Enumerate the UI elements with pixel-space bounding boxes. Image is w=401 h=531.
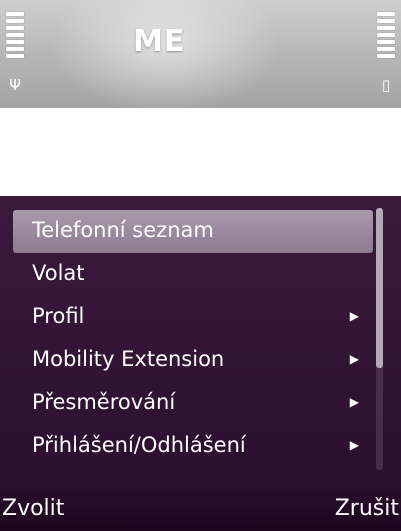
menu-item-telefonni-seznam[interactable]: Telefonní seznam <box>13 210 373 253</box>
menu-item-label: Přihlášení/Odhlášení <box>32 433 246 457</box>
menu-item-profil[interactable]: Profil ▶ <box>13 296 373 339</box>
menu-item-label: Přesměrování <box>32 390 176 414</box>
menu-list: Telefonní seznam Volat Profil ▶ Mobility… <box>13 210 373 468</box>
submenu-arrow-icon: ▶ <box>349 309 359 323</box>
scrollbar-thumb[interactable] <box>376 208 383 368</box>
signal-strength-indicator <box>6 12 24 61</box>
menu-item-label: Profil <box>32 304 85 328</box>
menu-item-label: Telefonní seznam <box>32 218 214 242</box>
app-title: ME <box>133 24 186 59</box>
menu-item-volat[interactable]: Volat <box>13 253 373 296</box>
options-menu: Telefonní seznam Volat Profil ▶ Mobility… <box>0 196 401 486</box>
select-softkey[interactable]: Zvolit <box>2 496 64 521</box>
menu-item-label: Volat <box>32 261 85 285</box>
submenu-arrow-icon: ▶ <box>349 395 359 409</box>
content-area <box>0 108 401 196</box>
menu-item-mobility-extension[interactable]: Mobility Extension ▶ <box>13 339 373 382</box>
menu-item-label: Mobility Extension <box>32 347 225 371</box>
softkey-bar: Zvolit Zrušit <box>0 486 401 531</box>
antenna-icon: Ψ <box>9 76 21 94</box>
menu-scrollbar[interactable] <box>376 208 383 470</box>
menu-item-presmerovani[interactable]: Přesměrování ▶ <box>13 382 373 425</box>
battery-icon: ▯ <box>381 76 391 94</box>
menu-item-prihlaseni-odhlaseni[interactable]: Přihlášení/Odhlášení ▶ <box>13 425 373 468</box>
cancel-softkey[interactable]: Zrušit <box>335 496 399 521</box>
status-bar: Ψ ME ▯ <box>0 0 401 108</box>
submenu-arrow-icon: ▶ <box>349 352 359 366</box>
battery-level-indicator <box>377 12 395 61</box>
submenu-arrow-icon: ▶ <box>349 438 359 452</box>
